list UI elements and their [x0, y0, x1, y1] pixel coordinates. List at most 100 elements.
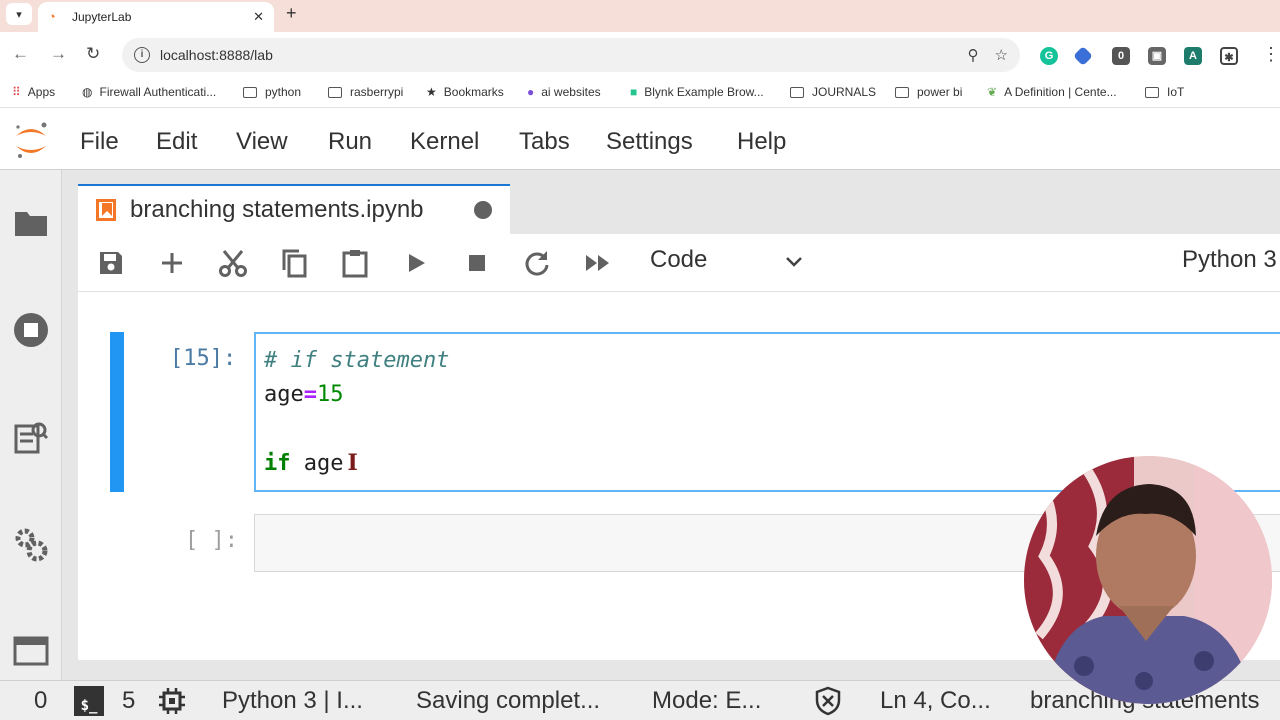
copy-icon	[282, 249, 307, 278]
zoom-icon[interactable]: ⚲	[968, 46, 979, 64]
site-info-icon[interactable]: i	[134, 47, 150, 63]
chevron-down-icon: ▾	[16, 8, 22, 21]
folder-icon[interactable]	[13, 204, 49, 240]
status-count-b[interactable]: 5	[122, 687, 135, 715]
unsaved-indicator-icon[interactable]	[474, 201, 492, 219]
new-tab-button[interactable]: +	[286, 3, 297, 24]
cursor-position[interactable]: Ln 4, Co...	[880, 687, 991, 715]
notebook-toolbar: Code Python 3	[78, 234, 1280, 292]
forward-arrow-icon[interactable]: →	[50, 44, 67, 64]
grammarly-extension-icon[interactable]: G	[1040, 47, 1058, 65]
scissors-icon	[219, 250, 247, 277]
bookmark-label: A Definition | Cente...	[1004, 85, 1117, 99]
chevron-down-icon[interactable]	[784, 252, 804, 272]
diamond-extension-icon[interactable]	[1073, 46, 1093, 66]
notebook-tab[interactable]: branching statements.ipynb	[78, 184, 510, 234]
bookmark-ai-websites[interactable]: ● ai websites	[527, 85, 601, 99]
menu-run[interactable]: Run	[328, 128, 372, 156]
folder-icon	[790, 86, 804, 98]
bookmarks-bar: ⠿ Apps ◍ Firewall Authenticati... python r…	[0, 78, 1280, 108]
run-cell-button[interactable]	[401, 248, 431, 278]
bookmark-label: Blynk Example Brow...	[644, 85, 764, 99]
bookmark-rasberrypi[interactable]: rasberrypi	[328, 85, 403, 99]
bookmark-label: Bookmarks	[443, 85, 504, 99]
bookmark-star-icon[interactable]: ☆	[995, 46, 1008, 64]
bookmark-label: rasberrypi	[350, 85, 404, 99]
save-icon	[100, 252, 122, 274]
adblock-extension-icon[interactable]: 0	[1112, 47, 1130, 65]
address-bar[interactable]: i localhost:8888/lab ⚲ ☆	[122, 38, 1020, 72]
cut-cell-button[interactable]	[218, 248, 248, 278]
running-kernels-icon[interactable]	[13, 312, 49, 348]
text-cursor-icon: I	[347, 450, 358, 476]
bookmark-power-bi[interactable]: power bi	[895, 85, 962, 99]
notebook-tab-title: branching statements.ipynb	[130, 196, 424, 223]
run-all-button[interactable]	[583, 248, 613, 278]
jupyter-menubar: File Edit View Run Kernel Tabs Settings …	[0, 108, 1280, 170]
star-icon: ★	[426, 85, 437, 99]
save-button[interactable]	[96, 248, 126, 278]
copy-cell-button[interactable]	[279, 248, 309, 278]
interrupt-kernel-button[interactable]	[462, 248, 492, 278]
status-count-a[interactable]: 0	[34, 687, 47, 715]
notebook-icon	[96, 199, 116, 221]
code-line: age=15	[264, 378, 1274, 412]
bookmark-blynk[interactable]: ■ Blynk Example Brow...	[630, 85, 764, 99]
active-cell-indicator[interactable]	[110, 332, 124, 492]
reload-icon[interactable]: ↻	[86, 44, 100, 64]
terminal-icon[interactable]: $_	[74, 686, 104, 716]
menu-help[interactable]: Help	[737, 128, 786, 156]
bookmark-label: IoT	[1167, 85, 1185, 99]
cpu-chip-icon[interactable]	[158, 687, 186, 715]
menu-kernel[interactable]: Kernel	[410, 128, 479, 156]
editor-mode[interactable]: Mode: E...	[652, 687, 761, 715]
execution-count-prompt: [15]:	[170, 346, 237, 371]
gears-icon[interactable]	[13, 526, 49, 562]
tabs-panel-icon[interactable]	[13, 634, 49, 670]
browser-tab-jupyterlab[interactable]: ◔ JupyterLab ✕	[38, 2, 274, 32]
bookmark-bookmarks[interactable]: ★ Bookmarks	[426, 85, 504, 99]
bookmark-label: python	[265, 85, 302, 99]
url-text[interactable]: localhost:8888/lab	[160, 47, 952, 63]
bookmark-journals[interactable]: JOURNALS	[790, 85, 876, 99]
fast-forward-icon	[586, 255, 609, 271]
menu-view[interactable]: View	[236, 128, 288, 156]
kernel-name-label[interactable]: Python 3	[1182, 246, 1277, 274]
clipboard-icon	[342, 250, 368, 278]
blynk-icon: ■	[630, 85, 638, 99]
bookmark-apps[interactable]: ⠿ Apps	[12, 85, 55, 99]
code-keyword: if	[264, 451, 291, 476]
restart-kernel-button[interactable]	[522, 248, 552, 278]
extensions-puzzle-icon[interactable]: ✱	[1220, 47, 1238, 65]
tab-search-button[interactable]: ▾	[6, 3, 32, 25]
insert-cell-button[interactable]	[157, 248, 187, 278]
bookmark-iot[interactable]: IoT	[1145, 85, 1184, 99]
close-icon[interactable]: ✕	[253, 9, 264, 25]
menu-file[interactable]: File	[80, 128, 119, 156]
browser-tabstrip: ▾ ◔ JupyterLab ✕ +	[0, 0, 1280, 32]
leaf-icon: ❦	[987, 85, 998, 99]
property-inspector-icon[interactable]	[13, 420, 49, 456]
paste-cell-button[interactable]	[340, 248, 370, 278]
back-arrow-icon[interactable]: ←	[12, 44, 29, 64]
shield-x-icon[interactable]	[814, 686, 842, 716]
browser-menu-icon[interactable]: ⋮	[1262, 44, 1280, 65]
jupyter-logo-icon	[16, 122, 47, 158]
menu-edit[interactable]: Edit	[156, 128, 197, 156]
folder-icon	[895, 86, 909, 98]
menu-settings[interactable]: Settings	[606, 128, 693, 156]
globe-icon: ◍	[82, 85, 93, 99]
screen-extension-icon[interactable]: ▣	[1148, 47, 1166, 65]
bookmark-definition[interactable]: ❦ A Definition | Cente...	[987, 85, 1117, 99]
folder-icon	[243, 86, 257, 98]
menu-tabs[interactable]: Tabs	[519, 128, 570, 156]
bookmark-python[interactable]: python	[243, 85, 301, 99]
bookmark-firewall[interactable]: ◍ Firewall Authenticati...	[82, 85, 216, 99]
bookmark-label: Firewall Authenticati...	[99, 85, 217, 99]
cell-type-select[interactable]: Code	[650, 246, 707, 274]
browser-tab-title: JupyterLab	[72, 10, 132, 24]
kernel-status[interactable]: Python 3 | I...	[222, 687, 363, 715]
p-logo-icon: ●	[527, 85, 535, 99]
a-extension-icon[interactable]: A	[1184, 47, 1202, 65]
extension-badge: 0	[1117, 50, 1125, 62]
